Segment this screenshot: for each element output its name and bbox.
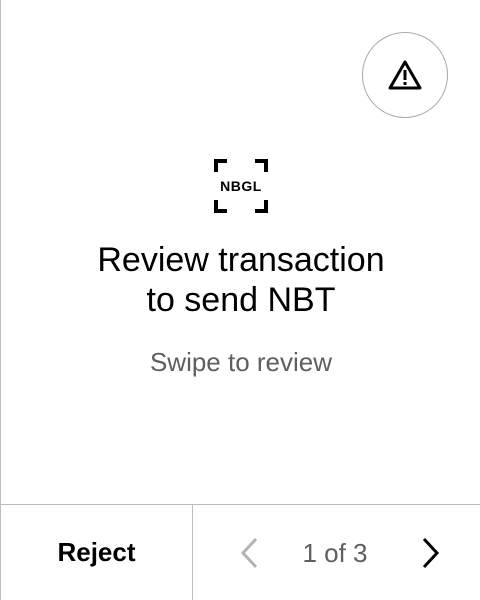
reject-button[interactable]: Reject: [1, 505, 193, 600]
review-title-line-2: to send NBT: [146, 281, 336, 319]
logo-text: NBGL: [220, 178, 262, 194]
review-screen: NBGL Review transaction to send NBT Swip…: [0, 0, 480, 600]
review-title: Review transaction to send NBT: [21, 240, 461, 320]
page-navigation: 1 of 3: [193, 505, 480, 600]
chevron-right-icon: [422, 537, 440, 569]
review-title-line-1: Review transaction: [97, 241, 385, 279]
nbgl-logo: NBGL: [213, 158, 269, 214]
review-subtitle: Swipe to review: [149, 347, 333, 377]
page-indicator: 1 of 3: [302, 537, 368, 568]
warning-button[interactable]: [362, 32, 448, 118]
chevron-left-icon: [240, 537, 258, 569]
footer-bar: Reject 1 of 3: [1, 504, 480, 600]
warning-icon: [388, 60, 422, 90]
next-page-button[interactable]: [411, 533, 451, 573]
previous-page-button[interactable]: [229, 533, 269, 573]
